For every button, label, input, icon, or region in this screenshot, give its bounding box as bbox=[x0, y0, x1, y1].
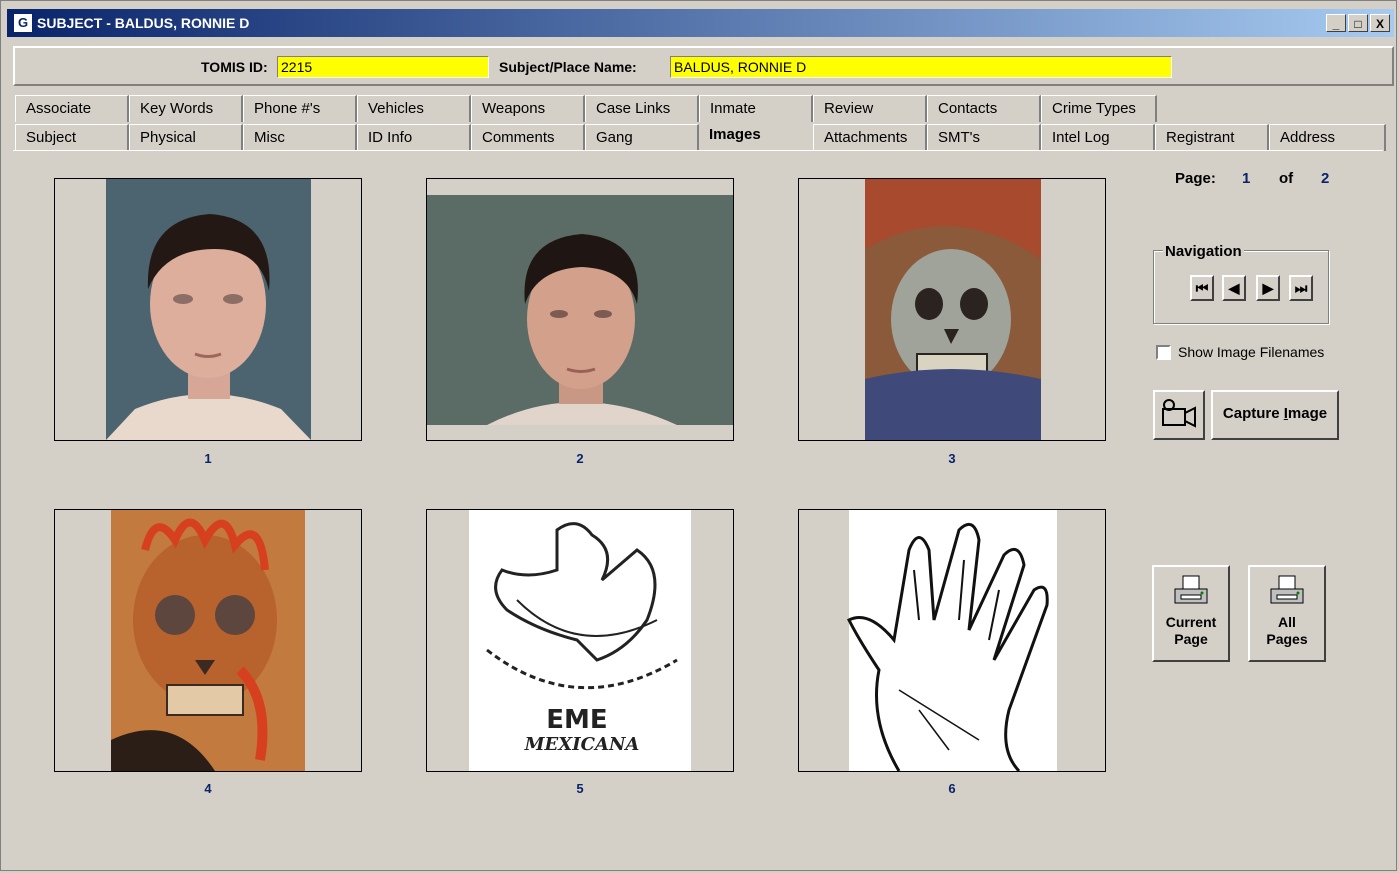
video-camera-icon bbox=[1162, 399, 1196, 428]
image-thumbnail-6[interactable] bbox=[798, 509, 1106, 772]
tab-misc[interactable]: Misc bbox=[243, 124, 357, 151]
all-pages-label-2: Pages bbox=[1266, 631, 1308, 647]
mexicana-text: MEXICANA bbox=[524, 734, 640, 755]
image-thumbnail-2[interactable] bbox=[426, 178, 734, 441]
current-page-label-1: Current bbox=[1165, 614, 1217, 630]
image-thumbnail-5[interactable]: EME MEXICANA bbox=[426, 509, 734, 772]
image-number-4: 4 bbox=[204, 781, 212, 796]
image-number-6: 6 bbox=[948, 781, 956, 796]
first-page-button[interactable]: ⏮ bbox=[1190, 275, 1214, 301]
first-icon: ⏮ bbox=[1195, 280, 1209, 296]
id-bar: TOMIS ID: 2215 Subject/Place Name: BALDU… bbox=[13, 46, 1394, 86]
tattoo-image bbox=[865, 179, 1041, 440]
tab-inmate[interactable]: Inmate bbox=[699, 95, 813, 122]
minimize-button[interactable]: _ bbox=[1326, 14, 1346, 32]
tab-images[interactable]: Images bbox=[699, 124, 813, 151]
tab-attachments[interactable]: Attachments bbox=[813, 124, 927, 151]
image-number-1: 1 bbox=[204, 451, 212, 466]
show-filenames-label: Show Image Filenames bbox=[1178, 344, 1325, 360]
image-thumbnail-4[interactable] bbox=[54, 509, 362, 772]
navigation-legend: Navigation bbox=[1163, 243, 1244, 260]
tab-review[interactable]: Review bbox=[813, 95, 927, 122]
tab-physical[interactable]: Physical bbox=[129, 124, 243, 151]
tab-gang[interactable]: Gang bbox=[585, 124, 699, 151]
tab-subject[interactable]: Subject bbox=[15, 124, 129, 151]
total-pages-number: 2 bbox=[1321, 170, 1330, 187]
current-page-label-2: Page bbox=[1174, 631, 1208, 647]
print-all-pages-button[interactable]: All Pages bbox=[1248, 565, 1326, 662]
tab-id-info[interactable]: ID Info bbox=[357, 124, 471, 151]
tab-comments[interactable]: Comments bbox=[471, 124, 585, 151]
current-page-number: 1 bbox=[1242, 170, 1251, 187]
last-icon: ⏭ bbox=[1294, 280, 1308, 296]
tab-crime-types[interactable]: Crime Types bbox=[1041, 95, 1157, 122]
capture-label-pre: Capture bbox=[1222, 405, 1284, 422]
tab-smts[interactable]: SMT's bbox=[927, 124, 1041, 151]
page-label: Page: bbox=[1175, 170, 1216, 187]
tab-case-links[interactable]: Case Links bbox=[585, 95, 699, 122]
prev-page-button[interactable]: ◀ bbox=[1222, 275, 1246, 301]
eagle-drawing-image: EME MEXICANA bbox=[469, 510, 691, 771]
tab-associate[interactable]: Associate bbox=[15, 95, 129, 122]
tab-intel-log[interactable]: Intel Log bbox=[1041, 124, 1155, 151]
subject-window: G SUBJECT - BALDUS, RONNIE D _ □ X TOMIS… bbox=[0, 0, 1397, 871]
tattoo-image bbox=[111, 510, 305, 771]
image-thumbnail-3[interactable] bbox=[798, 178, 1106, 441]
tab-contacts[interactable]: Contacts bbox=[927, 95, 1041, 122]
camera-button[interactable] bbox=[1153, 390, 1205, 440]
hand-drawing-image bbox=[846, 510, 1057, 771]
show-filenames-checkbox[interactable] bbox=[1156, 345, 1171, 360]
close-button[interactable]: X bbox=[1370, 14, 1390, 32]
tab-panel-border bbox=[13, 150, 1383, 151]
next-page-button[interactable]: ▶ bbox=[1256, 275, 1280, 301]
capture-label-post: mage bbox=[1287, 405, 1328, 422]
next-icon: ▶ bbox=[1262, 280, 1274, 296]
all-pages-label-1: All bbox=[1278, 614, 1296, 630]
mugshot-image bbox=[106, 179, 311, 440]
image-number-3: 3 bbox=[948, 451, 956, 466]
image-number-5: 5 bbox=[576, 781, 584, 796]
tab-phone[interactable]: Phone #'s bbox=[243, 95, 357, 122]
image-thumbnail-1[interactable] bbox=[54, 178, 362, 441]
window-title: SUBJECT - BALDUS, RONNIE D bbox=[37, 15, 250, 31]
app-icon: G bbox=[13, 13, 33, 33]
prev-icon: ◀ bbox=[1228, 280, 1240, 296]
subject-name-field[interactable]: BALDUS, RONNIE D bbox=[670, 56, 1172, 78]
of-label: of bbox=[1279, 170, 1294, 187]
printer-icon bbox=[1174, 575, 1208, 604]
tab-vehicles[interactable]: Vehicles bbox=[357, 95, 471, 122]
tab-key-words[interactable]: Key Words bbox=[129, 95, 243, 122]
mugshot-image bbox=[427, 195, 733, 425]
printer-icon bbox=[1270, 575, 1304, 604]
tomis-id-field[interactable]: 2215 bbox=[277, 56, 489, 78]
last-page-button[interactable]: ⏭ bbox=[1289, 275, 1313, 301]
tab-address[interactable]: Address bbox=[1269, 124, 1386, 151]
eme-text: EME bbox=[546, 705, 607, 735]
capture-image-button[interactable]: Capture Image bbox=[1211, 390, 1339, 440]
maximize-button[interactable]: □ bbox=[1348, 14, 1368, 32]
subject-name-label: Subject/Place Name: bbox=[499, 59, 637, 75]
image-number-2: 2 bbox=[576, 451, 584, 466]
print-current-page-button[interactable]: Current Page bbox=[1152, 565, 1230, 662]
title-bar[interactable]: G SUBJECT - BALDUS, RONNIE D _ □ X bbox=[7, 9, 1394, 37]
tomis-id-label: TOMIS ID: bbox=[201, 59, 268, 75]
tab-registrant[interactable]: Registrant bbox=[1155, 124, 1269, 151]
tab-weapons[interactable]: Weapons bbox=[471, 95, 585, 122]
